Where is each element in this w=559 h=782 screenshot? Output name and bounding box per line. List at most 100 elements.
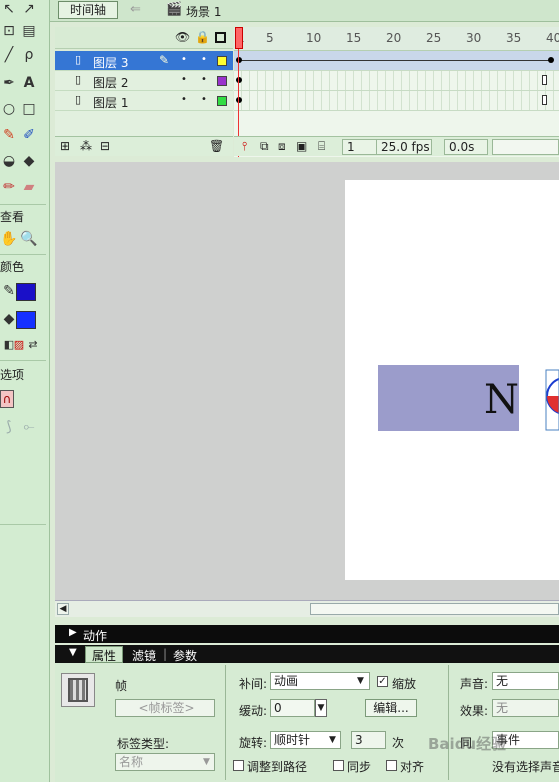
timeline-hscroll[interactable] xyxy=(492,139,559,155)
eyedropper-icon[interactable]: ✏ xyxy=(0,178,18,196)
orient-to-path-checkbox[interactable] xyxy=(233,760,244,771)
onion-skin-icon[interactable]: ⧉ xyxy=(260,139,269,154)
effect-select[interactable]: 无 xyxy=(492,699,559,717)
onion-markers-icon[interactable]: ⌸ xyxy=(318,139,325,154)
scroll-thumb[interactable] xyxy=(310,603,559,615)
ease-slider-icon[interactable]: ▼ xyxy=(315,699,327,717)
layer-row-1[interactable]: ▯ 图层 1 • • xyxy=(55,91,233,111)
smooth-icon[interactable]: ⟆ xyxy=(0,418,18,436)
actions-panel-bar[interactable]: ▶ 动作 xyxy=(55,625,559,643)
tab-properties[interactable]: 属性 xyxy=(85,646,124,663)
no-sound-text: 没有选择声音 xyxy=(492,760,559,774)
orient-to-path-label: 调整到路径 xyxy=(247,760,308,774)
text-block[interactable]: N xyxy=(378,365,519,431)
pencil-tool-icon[interactable]: ✎ xyxy=(0,126,18,144)
frame-icon xyxy=(61,673,95,707)
oval-tool-icon[interactable]: ○ xyxy=(0,100,18,118)
rotate-times-input[interactable]: 3 xyxy=(351,731,386,749)
ink-bottle-icon[interactable]: ◒ xyxy=(0,152,18,170)
pen-tool-icon[interactable]: ✒ xyxy=(0,74,18,92)
collapse-arrow-icon[interactable]: ▼ xyxy=(69,647,77,658)
eraser-icon[interactable]: ▰ xyxy=(20,178,38,196)
label-type-select[interactable]: 名称 xyxy=(115,753,215,771)
zoom-tool-icon[interactable]: 🔍 xyxy=(20,230,38,248)
stage-hscrollbar[interactable]: ◀ xyxy=(55,600,559,617)
scale-checkbox[interactable]: ✓ xyxy=(377,676,388,687)
layer-color-box[interactable] xyxy=(217,56,227,66)
eye-icon[interactable]: 👁 xyxy=(175,30,190,44)
tab-filters[interactable]: 滤镜 xyxy=(132,647,156,664)
playhead-handle[interactable] xyxy=(235,27,243,49)
hand-tool-icon[interactable]: ✋ xyxy=(0,230,18,248)
center-frame-icon[interactable]: ⫯ xyxy=(242,139,247,154)
tween-label: 补间: xyxy=(239,677,268,691)
keyframe[interactable] xyxy=(236,77,242,83)
keyframe[interactable] xyxy=(236,57,242,63)
add-guide-layer-icon[interactable]: ⁂ xyxy=(80,139,92,153)
text-tool-icon[interactable]: A xyxy=(20,74,38,92)
add-layer-icon[interactable]: ⊞ xyxy=(60,139,70,153)
add-folder-icon[interactable]: ⊟ xyxy=(100,139,110,153)
paint-bucket-icon[interactable]: ◆ xyxy=(20,152,38,170)
effect-label: 效果: xyxy=(460,704,489,718)
layer-row-2[interactable]: ▯ 图层 2 • • xyxy=(55,71,233,91)
tween-dropdown-icon[interactable]: ▼ xyxy=(357,676,364,686)
visibility-dot[interactable]: • xyxy=(181,54,187,65)
lock-dot[interactable]: • xyxy=(201,94,207,105)
line-tool-icon[interactable]: ╱ xyxy=(0,46,18,64)
swap-colors-icon[interactable]: ⇄ xyxy=(24,336,42,354)
watermark: Baidu经验 xyxy=(428,735,507,753)
lock-icon[interactable]: 🔒 xyxy=(195,30,210,44)
frame-ruler[interactable]: 1 5 10 15 20 25 30 35 40 xyxy=(234,27,559,51)
lock-dot[interactable]: • xyxy=(201,74,207,85)
back-arrow-icon[interactable]: ⇐ xyxy=(130,2,141,17)
gradient-transform-icon[interactable]: ▤ xyxy=(20,22,38,40)
snap-checkbox[interactable] xyxy=(386,760,397,771)
frame-label: 帧 xyxy=(115,679,128,693)
onion-outline-icon[interactable]: ⧈ xyxy=(278,139,286,154)
edit-multiple-icon[interactable]: ▣ xyxy=(296,139,307,153)
layer-color-box[interactable] xyxy=(217,96,227,106)
lock-dot[interactable]: • xyxy=(201,54,207,65)
end-frame[interactable] xyxy=(542,75,547,85)
subselect-tool-icon[interactable]: ↗ xyxy=(20,0,38,18)
lasso-tool-icon[interactable]: ρ xyxy=(20,46,38,64)
stroke-color-swatch[interactable] xyxy=(16,283,36,301)
rectangle-tool-icon[interactable]: □ xyxy=(20,100,38,118)
frame-row-2[interactable] xyxy=(234,71,559,91)
tab-parameters[interactable]: 参数 xyxy=(173,647,197,664)
frame-row-3[interactable] xyxy=(234,51,559,71)
keyframe[interactable] xyxy=(236,97,242,103)
free-transform-icon[interactable]: ⊡ xyxy=(0,22,18,40)
visibility-dot[interactable]: • xyxy=(181,74,187,85)
rotate-dropdown-icon[interactable]: ▼ xyxy=(329,735,336,745)
snap-magnet-icon[interactable]: ∩ xyxy=(0,390,14,408)
ease-input[interactable]: 0 xyxy=(270,699,315,717)
ruler-tick: 30 xyxy=(466,31,482,45)
straighten-icon[interactable]: ⟜ xyxy=(20,418,38,436)
layer-color-box[interactable] xyxy=(217,76,227,86)
sync-checkbox[interactable] xyxy=(333,760,344,771)
outline-icon[interactable] xyxy=(215,32,226,43)
expand-arrow-icon[interactable]: ▶ xyxy=(69,627,77,638)
scroll-left-icon[interactable]: ◀ xyxy=(57,603,69,615)
fps-field[interactable]: 25.0 fps xyxy=(376,139,432,155)
stage-circle-graphic[interactable] xyxy=(540,360,559,432)
keyframe[interactable] xyxy=(548,57,554,63)
edit-ease-button[interactable]: 编辑... xyxy=(365,699,417,717)
arrow-tool-icon[interactable]: ↖ xyxy=(0,0,18,18)
delete-layer-icon[interactable]: 🗑 xyxy=(209,139,224,153)
end-frame[interactable] xyxy=(542,95,547,105)
label-type-dropdown-icon[interactable]: ▼ xyxy=(203,757,210,767)
tween-select[interactable]: 动画 xyxy=(270,672,370,690)
brush-tool-icon[interactable]: ✐ xyxy=(20,126,38,144)
visibility-dot[interactable]: • xyxy=(181,94,187,105)
timeline-tab[interactable]: 时间轴 xyxy=(58,1,118,19)
sound-select[interactable]: 无 xyxy=(492,672,559,690)
timeline-status-bar: ⫯ ⧉ ⧈ ▣ ⌸ 1 25.0 fps 0.0s xyxy=(234,136,559,156)
fill-color-swatch[interactable] xyxy=(16,311,36,329)
layer-row-3[interactable]: ▯ 图层 3 ✎ • • xyxy=(55,51,233,71)
frame-row-1[interactable] xyxy=(234,91,559,111)
layer-page-icon: ▯ xyxy=(75,93,82,106)
frame-label-input[interactable]: <帧标签> xyxy=(115,699,215,717)
